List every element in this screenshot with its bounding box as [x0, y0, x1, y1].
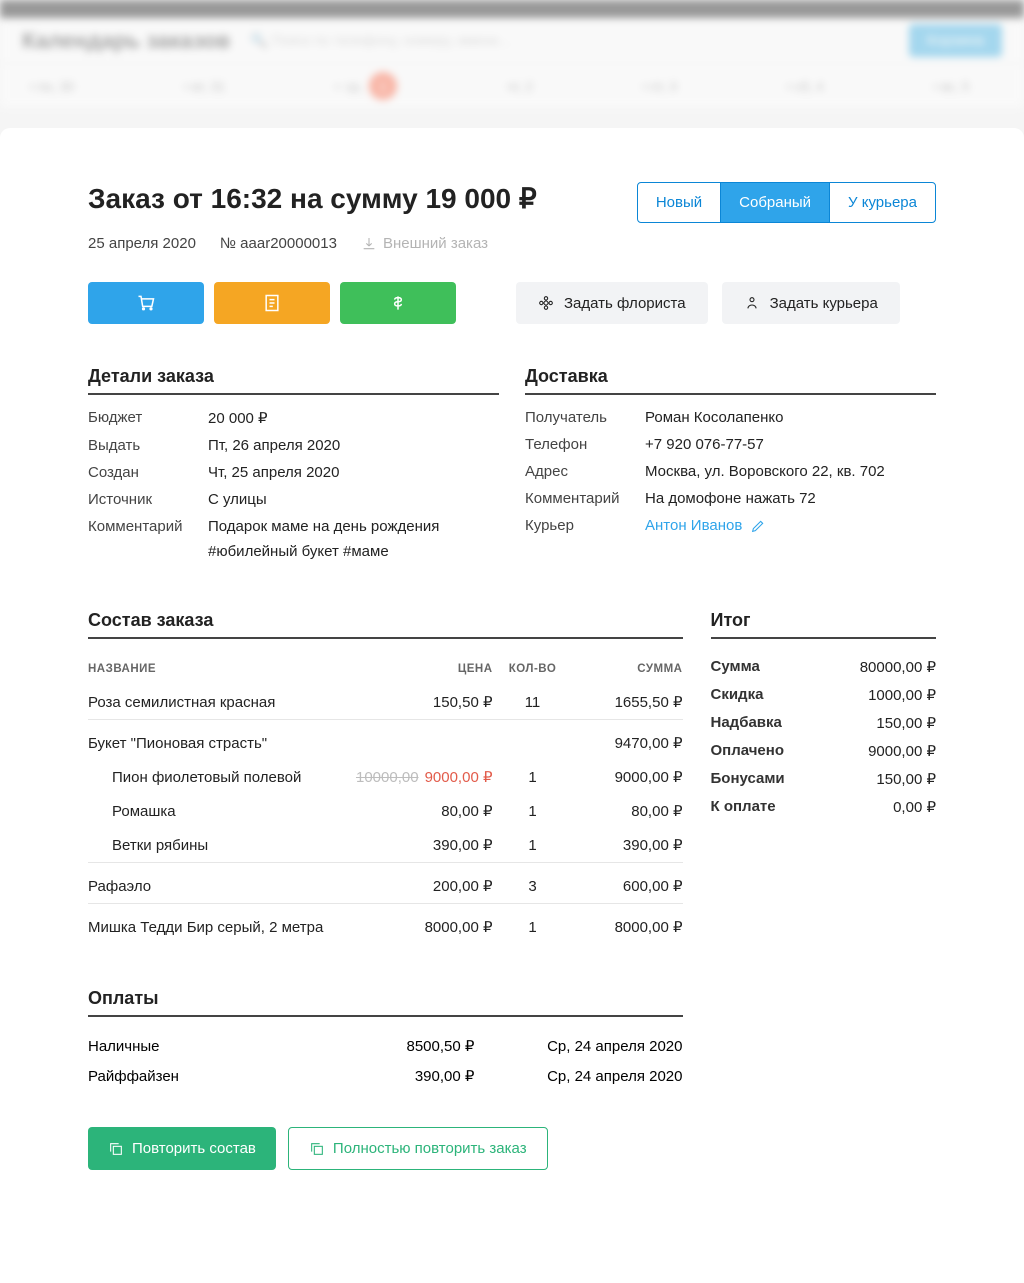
payments-title: Оплаты [88, 988, 683, 1017]
label-addr: Адрес [525, 463, 645, 480]
label-dcomment: Комментарий [525, 490, 645, 507]
copy-icon [309, 1141, 325, 1157]
value-addr: Москва, ул. Воровского 22, кв. 702 [645, 463, 936, 480]
totals-list: Сумма80000,00 ₽ Скидка1000,00 ₽ Надбавка… [711, 653, 937, 821]
label-phone: Телефон [525, 436, 645, 453]
details-section: Детали заказа Бюджет20 000 ₽ ВыдатьПт, 2… [88, 366, 499, 560]
status-tabs: Новый Собраный У курьера [637, 182, 936, 223]
delivery-section: Доставка ПолучательРоман Косолапенко Тел… [525, 366, 936, 560]
table-row: Букет "Пионовая страсть"9470,00 ₽ [88, 720, 683, 761]
value-due: Пт, 26 апреля 2020 [208, 437, 499, 454]
flower-icon [538, 295, 554, 311]
th-qty: КОЛ-ВО [493, 653, 573, 685]
cart-icon [136, 293, 156, 313]
table-row: Пион фиолетовый полевой10000,009000,00 ₽… [88, 760, 683, 794]
app-title: Календарь заказов [22, 28, 230, 54]
value-source: С улицы [208, 491, 499, 508]
table-row: Рафаэло200,00 ₽3600,00 ₽ [88, 863, 683, 904]
repeat-order-button[interactable]: Полностью повторить заказ [288, 1127, 548, 1170]
label-courier: Курьер [525, 517, 645, 534]
table-row: Роза семилистная красная150,50 ₽111655,5… [88, 685, 683, 720]
value-dcomment: На домофоне нажать 72 [645, 490, 936, 507]
payments-table: Наличные8500,50 ₽Ср, 24 апреля 2020 Райф… [88, 1031, 683, 1091]
value-phone: +7 920 076-77-57 [645, 436, 936, 453]
label-source: Источник [88, 491, 208, 508]
table-row: Райффайзен390,00 ₽Ср, 24 апреля 2020 [88, 1061, 683, 1091]
label-comment: Комментарий [88, 518, 208, 560]
status-new[interactable]: Новый [638, 183, 721, 222]
label-recipient: Получатель [525, 409, 645, 426]
th-sum: СУММА [573, 653, 683, 685]
table-row: Наличные8500,50 ₽Ср, 24 апреля 2020 [88, 1031, 683, 1061]
receipt-action-button[interactable] [214, 282, 330, 324]
value-created: Чт, 25 апреля 2020 [208, 464, 499, 481]
composition-title: Состав заказа [88, 610, 683, 639]
download-icon [361, 236, 377, 252]
delivery-title: Доставка [525, 366, 936, 395]
calendar-days: • пн, 30 • вт, 31 • ср, 1 чт, 2 • пт, 3 … [0, 63, 1024, 108]
value-comment: Подарок маме на день рождения#юбилейный … [208, 518, 499, 560]
label-budget: Бюджет [88, 409, 208, 427]
table-row: Мишка Тедди Бир серый, 2 метра8000,00 ₽1… [88, 904, 683, 945]
status-assembled[interactable]: Собраный [721, 183, 830, 222]
th-price: ЦЕНА [353, 653, 493, 685]
order-date: 25 апреля 2020 [88, 235, 196, 252]
table-row: Ветки рябины390,00 ₽1390,00 ₽ [88, 828, 683, 863]
table-row: Ромашка80,00 ₽180,00 ₽ [88, 794, 683, 828]
cart-action-button[interactable] [88, 282, 204, 324]
pay-action-button[interactable] [340, 282, 456, 324]
external-order[interactable]: Внешний заказ [361, 235, 488, 252]
items-table: НАЗВАНИЕ ЦЕНА КОЛ-ВО СУММА Роза семилист… [88, 653, 683, 944]
receipt-icon [262, 293, 282, 313]
copy-icon [108, 1141, 124, 1157]
edit-icon [750, 518, 766, 534]
label-created: Создан [88, 464, 208, 481]
label-due: Выдать [88, 437, 208, 454]
value-recipient: Роман Косолапенко [645, 409, 936, 426]
search-placeholder: 🔍 Поиск по телефону, номеру, имени... [250, 32, 510, 49]
repeat-composition-button[interactable]: Повторить состав [88, 1127, 276, 1170]
order-title: Заказ от 16:32 на сумму 19 000 ₽ [88, 182, 537, 215]
details-title: Детали заказа [88, 366, 499, 395]
cart-button: Корзина [909, 24, 1002, 57]
order-modal: Заказ от 16:32 на сумму 19 000 ₽ Новый С… [0, 128, 1024, 1283]
assign-courier-button[interactable]: Задать курьера [722, 282, 900, 324]
totals-title: Итог [711, 610, 937, 639]
assign-florist-button[interactable]: Задать флориста [516, 282, 708, 324]
courier-icon [744, 295, 760, 311]
th-name: НАЗВАНИЕ [88, 653, 353, 685]
dollar-icon [388, 293, 408, 313]
courier-link[interactable]: Антон Иванов [645, 517, 766, 534]
order-number: № aaar20000013 [220, 235, 337, 252]
value-budget: 20 000 ₽ [208, 409, 499, 427]
status-courier[interactable]: У курьера [830, 183, 935, 222]
